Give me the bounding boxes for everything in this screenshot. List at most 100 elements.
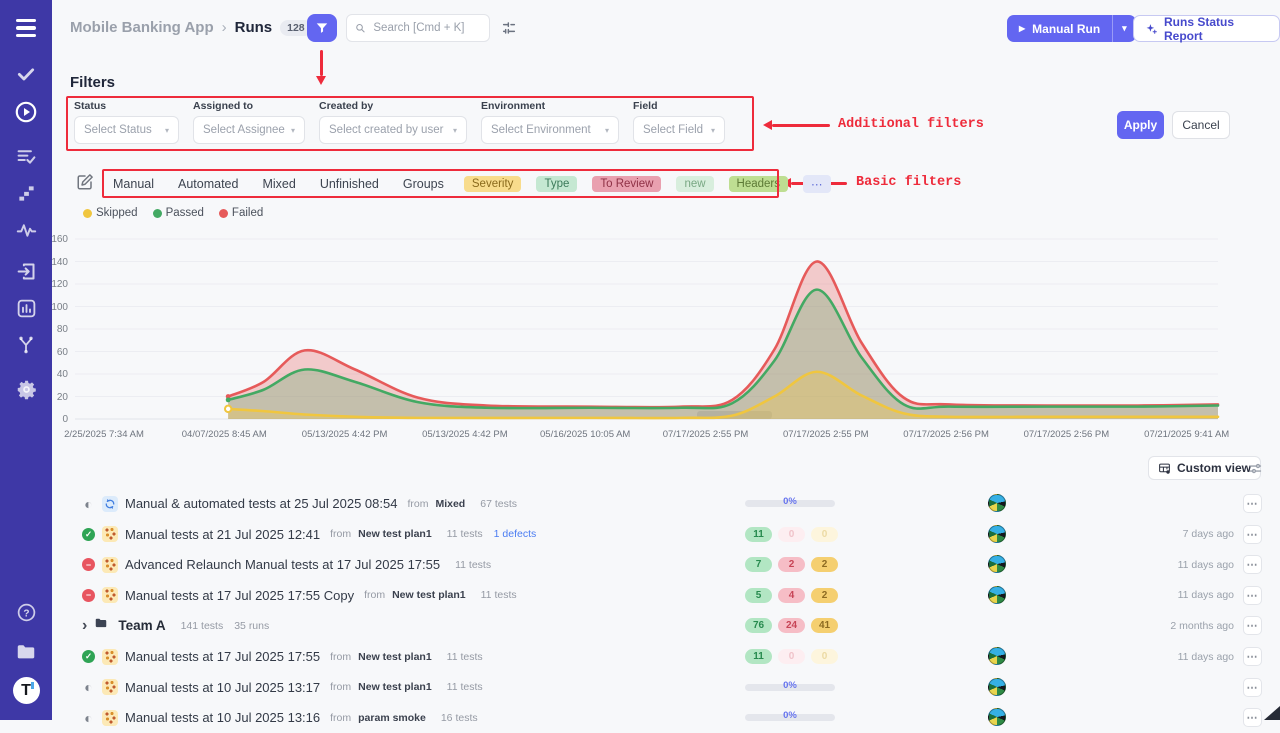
run-title[interactable]: Manual tests at 17 Jul 2025 17:55 (125, 649, 320, 664)
milestones-steps-icon[interactable] (14, 181, 38, 205)
custom-view-label: Custom view (1177, 461, 1251, 475)
projects-folder-icon[interactable] (14, 640, 38, 664)
time-ago: 7 days ago (1183, 519, 1234, 550)
row-menu-button[interactable]: ⋯ (1243, 555, 1262, 574)
skipped-dot-icon (83, 209, 92, 218)
test-plans-icon[interactable] (14, 144, 38, 168)
legend-label: Skipped (96, 207, 138, 219)
compose-edit-icon[interactable] (76, 173, 94, 196)
runs-status-report-label: Runs Status Report (1164, 15, 1268, 43)
result-badges: 722 (745, 557, 838, 572)
from-plan-name[interactable]: Mixed (435, 498, 465, 510)
select-placeholder: Select created by user (329, 124, 443, 136)
legend-item-passed[interactable]: Passed (153, 207, 204, 219)
filter-chip-severity[interactable]: Severity (464, 176, 522, 192)
status-failed-icon: − (82, 589, 95, 602)
pulse-activity-icon[interactable] (14, 218, 38, 242)
basic-filter-tab-mixed[interactable]: Mixed (262, 177, 295, 191)
progress-bar: 0% (745, 684, 835, 691)
search-box[interactable] (346, 14, 490, 42)
breadcrumb-project[interactable]: Mobile Banking App (70, 19, 214, 36)
filter-chip-type[interactable]: Type (536, 176, 577, 192)
defects-link[interactable]: 1 defects (494, 528, 537, 540)
badge-pink: 0 (778, 649, 805, 664)
row-menu-button[interactable]: ⋯ (1243, 647, 1262, 666)
manual-run-button[interactable]: ▶ Manual Run ▾ (1007, 15, 1136, 42)
x-axis-label: 05/13/2025 4:42 PM (405, 429, 525, 440)
x-axis-label: 07/17/2025 2:56 PM (1006, 429, 1126, 440)
row-menu-button[interactable]: ⋯ (1243, 708, 1262, 727)
filter-select[interactable]: Select Assignee▾ (193, 116, 305, 144)
from-plan-name[interactable]: New test plan1 (358, 651, 432, 663)
x-axis-label: 07/21/2025 9:41 AM (1127, 429, 1247, 440)
filter-funnel-button[interactable] (307, 14, 337, 42)
badge-pink: 4 (778, 588, 805, 603)
avatar (988, 647, 1006, 665)
cancel-button[interactable]: Cancel (1172, 111, 1230, 139)
from-plan-name[interactable]: New test plan1 (392, 589, 466, 601)
run-tests-count: 11 tests (447, 528, 483, 540)
filter-select[interactable]: Select Environment▾ (481, 116, 619, 144)
from-plan-name[interactable]: New test plan1 (358, 681, 432, 693)
run-title[interactable]: Manual tests at 10 Jul 2025 13:17 (125, 680, 320, 695)
sidebar: ? T (0, 0, 52, 720)
app-logo[interactable]: T (13, 677, 40, 704)
run-row-main: ›Team A141 tests35 runs (82, 610, 269, 641)
run-row-main: − Advanced Relaunch Manual tests at 17 Ju… (82, 549, 491, 580)
group-row: ›Team A141 tests35 runs7624412 months ag… (0, 610, 1280, 641)
basic-filter-tab-automated[interactable]: Automated (178, 177, 238, 191)
basic-filter-tab-groups[interactable]: Groups (403, 177, 444, 191)
settings-gear-icon[interactable] (14, 377, 38, 401)
select-placeholder: Select Assignee (203, 124, 285, 136)
run-title[interactable]: Manual & automated tests at 25 Jul 2025 … (125, 496, 397, 511)
hamburger-menu-icon[interactable] (14, 16, 38, 40)
legend-item-skipped[interactable]: Skipped (83, 207, 138, 219)
list-settings-sliders-icon[interactable] (1248, 461, 1263, 481)
runs-play-icon[interactable] (14, 100, 38, 124)
row-menu-button[interactable]: ⋯ (1243, 586, 1262, 605)
help-icon[interactable]: ? (14, 600, 38, 624)
run-title[interactable]: Manual tests at 21 Jul 2025 12:41 (125, 527, 320, 542)
from-plan-name[interactable]: New test plan1 (358, 528, 432, 540)
badge-pink: 2 (778, 557, 805, 572)
mixed-run-icon (102, 496, 118, 512)
run-title[interactable]: Advanced Relaunch Manual tests at 17 Jul… (125, 557, 440, 572)
play-icon: ▶ (1019, 24, 1025, 33)
manual-run-icon (102, 557, 118, 573)
basic-filter-tab-unfinished[interactable]: Unfinished (320, 177, 379, 191)
apply-button[interactable]: Apply (1117, 111, 1164, 139)
filter-chip-new[interactable]: new (676, 176, 713, 192)
import-icon[interactable] (14, 259, 38, 283)
expand-chevron-icon[interactable]: › (82, 619, 87, 632)
row-menu-button[interactable]: ⋯ (1243, 525, 1262, 544)
basic-filter-tab-manual[interactable]: Manual (113, 177, 154, 191)
row-menu-button[interactable]: ⋯ (1243, 678, 1262, 697)
group-name[interactable]: Team A (118, 618, 165, 633)
filter-select[interactable]: Select Field▾ (633, 116, 725, 144)
table-gear-icon (1158, 462, 1171, 475)
more-filters-chip[interactable]: ⋯ (803, 175, 831, 193)
filter-chip-headers[interactable]: Headers (729, 176, 788, 192)
corner-widget (1264, 706, 1280, 720)
filter-select[interactable]: Select Status▾ (74, 116, 179, 144)
run-title[interactable]: Manual tests at 17 Jul 2025 17:55 Copy (125, 588, 354, 603)
status-failed-icon: − (82, 558, 95, 571)
from-label: from (330, 651, 351, 663)
filter-select[interactable]: Select created by user▾ (319, 116, 467, 144)
row-menu-button[interactable]: ⋯ (1243, 494, 1262, 513)
from-plan-name[interactable]: param smoke (358, 712, 426, 724)
search-input[interactable] (371, 21, 481, 35)
result-badges: 1100 (745, 527, 838, 542)
branch-icon[interactable] (14, 333, 38, 357)
analytics-chart-icon[interactable] (14, 296, 38, 320)
runs-status-report-button[interactable]: Runs Status Report (1133, 15, 1280, 42)
run-title[interactable]: Manual tests at 10 Jul 2025 13:16 (125, 710, 320, 725)
custom-view-button[interactable]: Custom view (1148, 456, 1261, 480)
avatar (988, 525, 1006, 543)
select-placeholder: Select Field (643, 124, 703, 136)
filter-chip-to-review[interactable]: To Review (592, 176, 661, 192)
tests-check-icon[interactable] (14, 62, 38, 86)
row-menu-button[interactable]: ⋯ (1243, 616, 1262, 635)
legend-item-failed[interactable]: Failed (219, 207, 263, 219)
search-settings-sliders-icon[interactable] (501, 20, 517, 41)
